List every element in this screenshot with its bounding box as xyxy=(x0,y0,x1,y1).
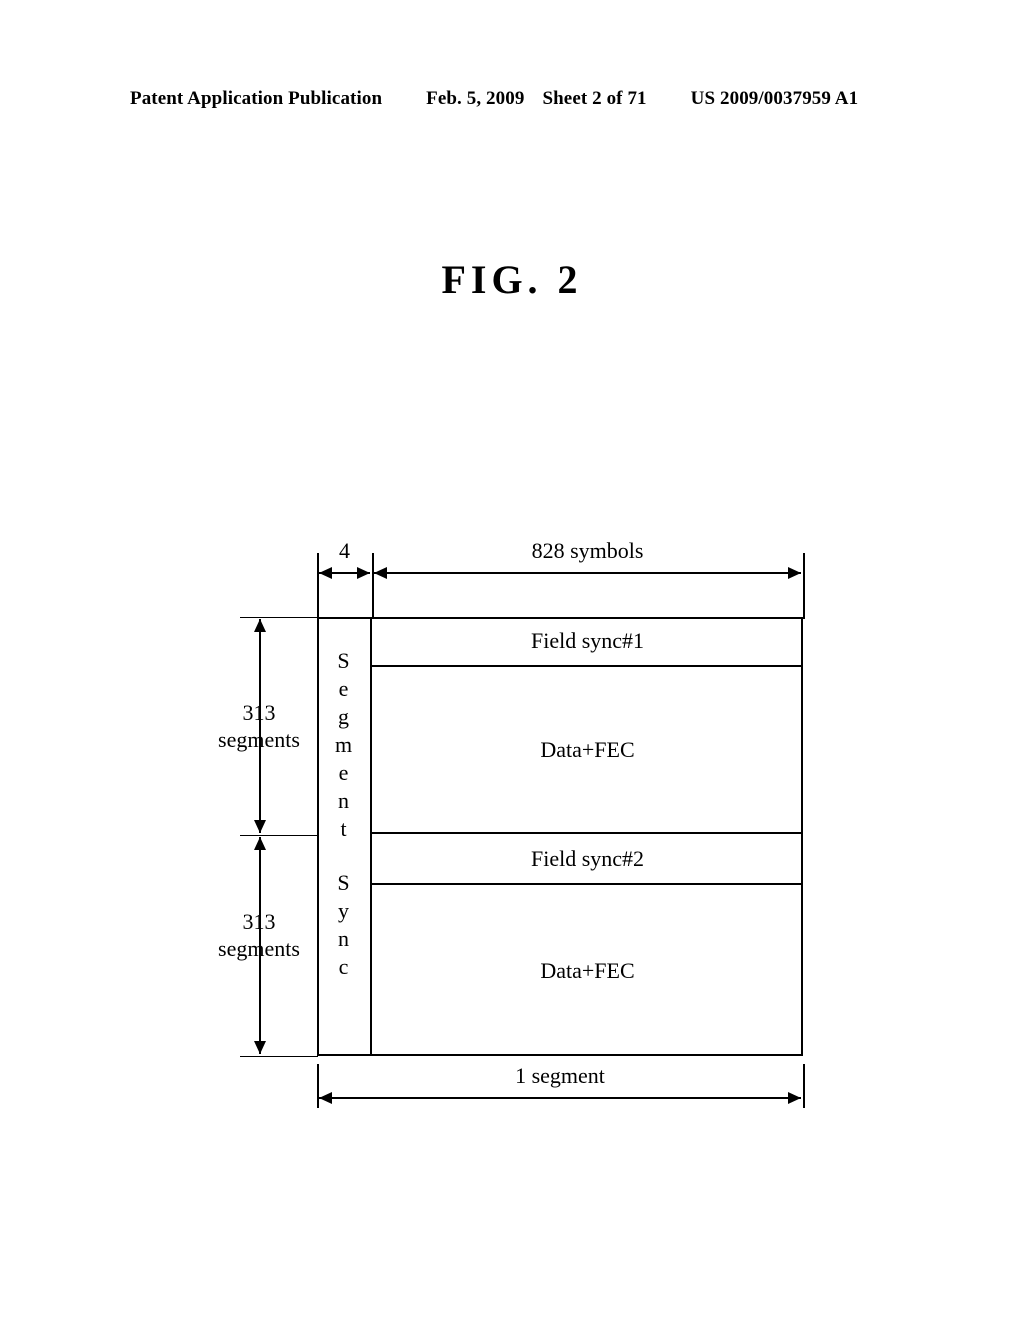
dim-label-313-lower-line1: 313 xyxy=(242,909,276,934)
segment-sync-word-top: Segment xyxy=(335,647,352,843)
left-ext-tick-bottom xyxy=(240,1056,318,1057)
dim-label-4: 4 xyxy=(339,538,350,563)
dim-arrow-313-lower-bottom xyxy=(254,1041,266,1054)
dim-label-1-segment: 1 segment xyxy=(515,1063,605,1088)
dim-arrow-828-left xyxy=(374,567,387,579)
row-label-data-fec-1: Data+FEC xyxy=(540,736,635,762)
dim-arrow-313-upper-bottom xyxy=(254,820,266,833)
row-data-fec-1: Data+FEC xyxy=(372,667,803,834)
vertical-letter: n xyxy=(338,926,349,951)
row-field-sync-1: Field sync#1 xyxy=(372,617,803,667)
dim-label-313-lower-line2: segments xyxy=(218,936,300,961)
dim-label-828-symbols: 828 symbols xyxy=(531,538,644,563)
vertical-letter: c xyxy=(338,954,349,979)
segment-sync-column: Segment Sync xyxy=(317,617,372,1056)
dim-line-828 xyxy=(374,572,801,574)
left-ext-tick-mid xyxy=(240,835,318,836)
vertical-letter: S xyxy=(337,870,350,895)
vertical-letter: e xyxy=(338,760,349,785)
vertical-letter: t xyxy=(340,816,347,841)
vertical-letter: m xyxy=(334,732,353,757)
dim-arrow-4-left xyxy=(319,567,332,579)
vertical-letter: n xyxy=(338,788,349,813)
left-ext-tick-top xyxy=(240,617,318,618)
dim-label-313-upper-line1: 313 xyxy=(242,700,276,725)
vertical-letter: e xyxy=(338,676,349,701)
dim-arrow-1-segment-left xyxy=(319,1092,332,1104)
dim-arrow-4-right xyxy=(357,567,370,579)
dim-label-313-segments-lower: 313 segments xyxy=(180,908,338,962)
bottom-ext-tick-right xyxy=(803,1064,805,1108)
vertical-letter: g xyxy=(338,704,349,729)
row-field-sync-2: Field sync#2 xyxy=(372,834,803,885)
row-data-fec-2: Data+FEC xyxy=(372,885,803,1056)
row-label-data-fec-2: Data+FEC xyxy=(540,957,635,983)
dim-arrow-828-right xyxy=(788,567,801,579)
row-label-field-sync-1: Field sync#1 xyxy=(530,628,645,653)
vertical-letter: y xyxy=(338,898,349,923)
dim-label-313-upper-line2: segments xyxy=(218,727,300,752)
segment-sync-word-bottom: Sync xyxy=(337,869,349,981)
vertical-letter: S xyxy=(337,648,350,673)
dim-label-313-segments-upper: 313 segments xyxy=(180,699,338,753)
top-ext-tick-right xyxy=(803,553,805,619)
figure-2-diagram: 4 828 symbols 313 segments 313 segments … xyxy=(0,0,1024,1320)
dim-arrow-313-upper-top xyxy=(254,619,266,632)
dim-arrow-313-lower-top xyxy=(254,837,266,850)
dim-arrow-1-segment-right xyxy=(788,1092,801,1104)
row-label-field-sync-2: Field sync#2 xyxy=(530,845,645,871)
dim-line-1-segment xyxy=(319,1097,801,1099)
